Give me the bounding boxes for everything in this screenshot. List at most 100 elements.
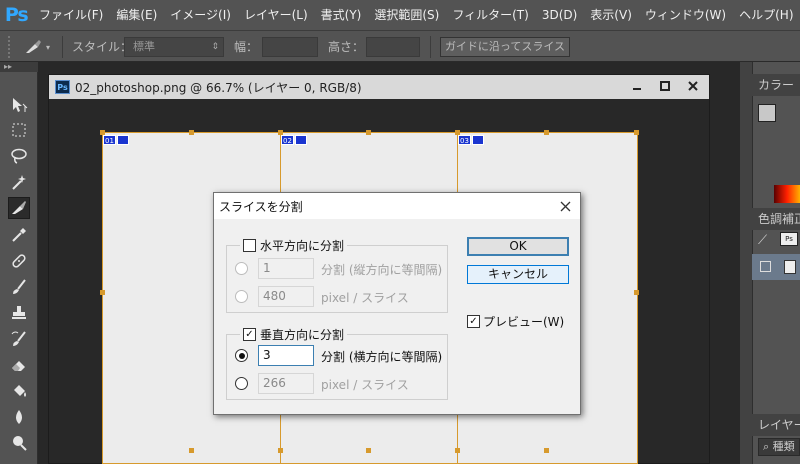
dodge-tool-icon[interactable]	[8, 432, 30, 454]
menu-window[interactable]: ウィンドウ(W)	[638, 0, 732, 30]
slice-image-icon	[116, 135, 129, 145]
divider	[62, 36, 63, 58]
healing-brush-tool-icon[interactable]	[8, 250, 30, 272]
slice-tool-preset-icon[interactable]	[22, 37, 44, 57]
width-input[interactable]	[262, 37, 318, 57]
horizontal-pixel-input[interactable]: 480	[258, 286, 314, 307]
style-label: スタイル：	[72, 40, 133, 54]
horizontal-pixel-radio[interactable]	[235, 290, 248, 303]
slice-badge: 01	[103, 135, 129, 145]
vertical-count-input[interactable]: 3	[258, 345, 314, 366]
paint-bucket-tool-icon[interactable]	[8, 380, 30, 402]
menu-image[interactable]: イメージ(I)	[164, 0, 238, 30]
vertical-count-label: 分割 (横方向に等間隔)	[321, 350, 443, 364]
eraser-tool-icon[interactable]	[8, 354, 30, 376]
slice-handle[interactable]	[100, 130, 105, 135]
slices-from-guides-button[interactable]: ガイドに沿ってスライス	[440, 37, 570, 57]
foreground-color-swatch[interactable]	[758, 104, 776, 122]
vertical-divide-legend: ✓ 垂直方向に分割	[240, 326, 348, 343]
dialog-title: スライスを分割	[219, 200, 303, 214]
history-brush-tool-icon[interactable]	[8, 328, 30, 350]
document-title-bar[interactable]: Ps 02_photoshop.png @ 66.7% (レイヤー 0, RGB…	[49, 75, 709, 99]
menu-type[interactable]: 書式(Y)	[314, 0, 368, 30]
slice-image-icon	[294, 135, 307, 145]
tab-color[interactable]: カラー	[752, 74, 800, 96]
vertical-divide-checkbox[interactable]: ✓	[243, 328, 256, 341]
slice-handle[interactable]	[544, 448, 549, 453]
vertical-count-radio[interactable]	[235, 349, 248, 362]
slice-handle[interactable]	[366, 130, 371, 135]
horizontal-divide-checkbox[interactable]	[243, 239, 256, 252]
tab-adjustments[interactable]: 色調補正	[752, 208, 800, 230]
color-spectrum[interactable]	[774, 185, 800, 203]
slice-handle[interactable]	[278, 448, 283, 453]
visibility-box[interactable]	[760, 261, 771, 272]
horizontal-count-radio[interactable]	[235, 262, 248, 275]
horizontal-pixel-label: pixel / スライス	[321, 291, 409, 305]
horizontal-count-input[interactable]: 1	[258, 258, 314, 279]
slice-handle[interactable]	[544, 130, 549, 135]
preview-checkbox[interactable]: ✓	[467, 315, 480, 328]
height-label: 高さ：	[328, 40, 365, 54]
magic-wand-tool-icon[interactable]	[8, 171, 30, 193]
panel-collapse-strip[interactable]	[740, 62, 752, 464]
width-label: 幅：	[234, 40, 259, 54]
divide-slice-dialog: スライスを分割 水平方向に分割 1 分割 (縦方向に等間隔) 480 pixel…	[213, 192, 581, 415]
layer-filter-select[interactable]: ⌕ 種類	[758, 438, 800, 456]
vertical-pixel-label: pixel / スライス	[321, 378, 409, 392]
style-value: 標準	[133, 40, 155, 53]
layer-row-selected[interactable]	[752, 254, 800, 280]
slice-handle[interactable]	[366, 448, 371, 453]
layer-filter-label: 種類	[772, 440, 795, 453]
slice-badge: 02	[281, 135, 307, 145]
slice-handle[interactable]	[189, 448, 194, 453]
slice-handle[interactable]	[634, 290, 639, 295]
vertical-pixel-radio[interactable]	[235, 377, 248, 390]
close-icon[interactable]	[679, 76, 707, 96]
levels-icon[interactable]: ⟋	[758, 233, 767, 248]
slice-handle[interactable]	[189, 130, 194, 135]
menu-layer[interactable]: レイヤー(L)	[237, 0, 314, 30]
move-tool-icon[interactable]	[8, 94, 30, 116]
options-grip	[8, 36, 22, 58]
app-logo: Ps	[4, 4, 29, 26]
slice-handle[interactable]	[634, 130, 639, 135]
marquee-tool-icon[interactable]	[8, 119, 30, 141]
close-icon[interactable]	[552, 195, 578, 217]
height-input[interactable]	[366, 37, 420, 57]
options-bar: ▾ スタイル： 標準 ⇕ 幅： 高さ： ガイドに沿ってスライス	[0, 30, 800, 62]
toolbox-grip[interactable]: ▸▸	[0, 62, 38, 72]
divider	[430, 36, 431, 58]
cancel-button[interactable]: キャンセル	[467, 265, 569, 284]
menu-help[interactable]: ヘルプ(H)	[733, 0, 800, 30]
stamp-tool-icon[interactable]	[8, 302, 30, 324]
slice-handle[interactable]	[100, 290, 105, 295]
tab-layers[interactable]: レイヤー	[752, 414, 800, 436]
slice-handle[interactable]	[455, 130, 460, 135]
vertical-pixel-input[interactable]: 266	[258, 373, 314, 394]
blur-tool-icon[interactable]	[8, 406, 30, 428]
slice-tool-icon[interactable]	[8, 197, 30, 219]
minimize-icon[interactable]	[623, 76, 651, 96]
slice-handle[interactable]	[278, 130, 283, 135]
menu-view[interactable]: 表示(V)	[584, 0, 639, 30]
menu-file[interactable]: ファイル(F)	[33, 0, 110, 30]
preset-dropdown-icon[interactable]: ▾	[46, 43, 50, 52]
menu-3d[interactable]: 3D(D)	[535, 0, 583, 30]
brush-tool-icon[interactable]	[8, 276, 30, 298]
menu-bar: Ps ファイル(F) 編集(E) イメージ(I) レイヤー(L) 書式(Y) 選…	[0, 0, 800, 30]
style-select[interactable]: 標準 ⇕	[124, 37, 224, 57]
document-ps-icon: Ps	[55, 80, 70, 94]
ok-button[interactable]: OK	[467, 237, 569, 256]
lasso-tool-icon[interactable]	[8, 145, 30, 167]
menu-select[interactable]: 選択範囲(S)	[368, 0, 446, 30]
slice-handle[interactable]	[455, 448, 460, 453]
eyedropper-tool-icon[interactable]	[8, 224, 30, 246]
slice-number: 01	[103, 135, 116, 145]
menu-filter[interactable]: フィルター(T)	[446, 0, 535, 30]
dialog-title-bar[interactable]: スライスを分割	[214, 193, 580, 219]
layer-thumbnail-icon[interactable]: Ps	[780, 232, 798, 246]
preview-option[interactable]: ✓ プレビュー(W)	[467, 313, 564, 330]
maximize-icon[interactable]	[651, 76, 679, 96]
menu-edit[interactable]: 編集(E)	[110, 0, 164, 30]
